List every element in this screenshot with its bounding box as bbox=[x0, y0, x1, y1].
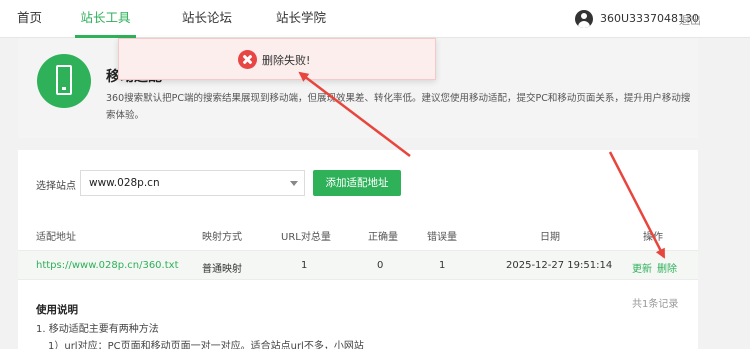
chevron-down-icon bbox=[290, 181, 298, 186]
column-header-actions: 操作 bbox=[643, 232, 663, 243]
error-icon bbox=[238, 50, 257, 69]
logout-link[interactable]: 退出 bbox=[679, 12, 701, 28]
nav-item-home[interactable]: 首页 bbox=[17, 0, 42, 38]
site-select[interactable]: www.028p.cn bbox=[80, 170, 305, 196]
record-count: 共1条记录 bbox=[632, 299, 679, 310]
column-header-total: URL对总量 bbox=[281, 232, 331, 243]
column-header-url: 适配地址 bbox=[36, 232, 76, 243]
help-line-2: 1）url对应：PC页面和移动页面一对一对应。适合站点url不多，小网站 bbox=[48, 341, 364, 349]
top-nav: 首页 站长工具 站长论坛 站长学院 360U3337048130 退出 bbox=[0, 0, 750, 38]
toast-message: 删除失败! bbox=[262, 54, 311, 67]
user-avatar-icon[interactable] bbox=[575, 10, 593, 28]
error-toast: 删除失败! bbox=[118, 38, 436, 80]
row-url[interactable]: https://www.028p.cn/360.txt bbox=[36, 260, 179, 271]
nav-item-webmaster-forum[interactable]: 站长论坛 bbox=[182, 0, 232, 38]
delete-link[interactable]: 删除 bbox=[657, 260, 677, 275]
row-mapping: 普通映射 bbox=[202, 264, 242, 275]
help-line-1: 1. 移动适配主要有两种方法 bbox=[36, 324, 159, 335]
column-header-mapping: 映射方式 bbox=[202, 232, 242, 243]
mobile-adapt-icon bbox=[37, 54, 91, 108]
site-select-value: www.028p.cn bbox=[89, 177, 160, 189]
site-select-label: 选择站点 bbox=[36, 181, 76, 192]
column-header-date: 日期 bbox=[540, 232, 560, 243]
update-link[interactable]: 更新 bbox=[632, 260, 652, 275]
help-title: 使用说明 bbox=[36, 304, 78, 316]
row-date: 2025-12-27 19:51:14 bbox=[506, 260, 613, 271]
nav-item-webmaster-academy[interactable]: 站长学院 bbox=[276, 0, 326, 38]
add-adapt-url-button[interactable]: 添加适配地址 bbox=[313, 170, 401, 196]
column-header-correct: 正确量 bbox=[368, 232, 398, 243]
main-panel: 选择站点 www.028p.cn 添加适配地址 适配地址 映射方式 URL对总量… bbox=[18, 150, 698, 349]
row-total: 1 bbox=[301, 260, 308, 271]
row-correct: 0 bbox=[377, 260, 384, 271]
intro-description: 360搜索默认把PC端的搜索结果展现到移动端，但展现效果差、转化率低。建议您使用… bbox=[106, 93, 691, 121]
column-header-errors: 错误量 bbox=[427, 232, 457, 243]
row-errors: 1 bbox=[439, 260, 446, 271]
nav-item-webmaster-tools[interactable]: 站长工具 bbox=[75, 0, 136, 38]
